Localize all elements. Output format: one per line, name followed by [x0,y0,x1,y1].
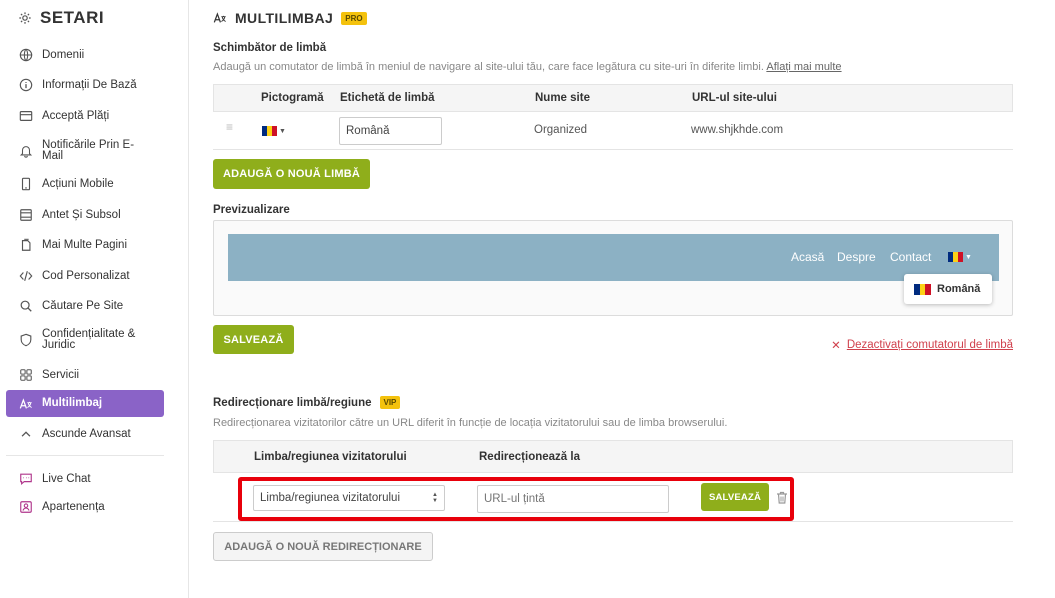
site-name-value: Organized [534,124,588,136]
chat-icon [19,472,33,486]
learn-more-link[interactable]: Aflați mai multe [766,61,841,73]
sidebar-item-label: Ascunde Avansat [42,427,131,440]
preview-navbar: Acasă Despre Contact ▼ [228,234,999,281]
code-icon [19,269,33,283]
sidebar-item-payments[interactable]: Acceptă Plăți [6,108,164,124]
sidebar-item-site-search[interactable]: Căutare Pe Site [6,298,164,314]
sidebar-item-privacy-legal[interactable]: Confidențialitate & Juridic [6,328,164,352]
redirect-section-header: Redirecționare limbă/regiune VIP [213,396,401,409]
site-url-value: www.shjkhde.com [691,124,784,136]
sidebar-item-email-notifications[interactable]: Notificările Prin E-Mail [6,139,164,163]
sidebar-title: SETARI [40,8,105,27]
romania-flag-icon [914,283,932,295]
column-header-label: Etichetă de limbă [340,92,435,104]
sidebar-item-label: Căutare Pe Site [42,299,124,312]
preview-language-switcher: ▼ [948,252,972,262]
gear-icon [18,11,32,25]
pro-badge: PRO [341,11,367,25]
sidebar-item-label: Acțiuni Mobile [42,177,114,190]
sidebar-item-label: Multilimbaj [42,397,103,409]
sidebar-item-basic-info[interactable]: Informații De Bază [6,77,164,93]
header-footer-icon [19,208,33,222]
switcher-section-description: Adaugă un comutator de limbă în meniul d… [213,61,842,73]
sidebar-item-hide-advanced[interactable]: Ascunde Avansat [6,426,164,442]
sidebar-item-label: Mai Multe Pagini [42,238,128,251]
highlight-box [238,477,794,521]
switcher-description-text: Adaugă un comutator de limbă în meniul d… [213,61,764,73]
vip-badge: VIP [379,396,401,409]
sidebar-item-label: Live Chat [42,472,91,485]
caret-down-icon: ▼ [279,127,286,135]
sidebar-item-label: Informații De Bază [42,78,137,91]
sidebar-divider [6,455,164,456]
drag-handle-icon[interactable]: ≡ [226,121,238,133]
sidebar-item-more-pages[interactable]: Mai Multe Pagini [6,237,164,253]
sidebar-item-header-footer[interactable]: Antet Și Subsol [6,207,164,223]
caret-down-icon: ▼ [965,253,972,261]
add-language-button[interactable]: ADAUGĂ O NOUĂ LIMBĂ [213,159,370,189]
sidebar-item-live-chat[interactable]: Live Chat [6,471,164,487]
page-title: MULTILIMBAJ PRO [213,10,367,26]
preview-section-title: Previzualizare [213,204,290,216]
sidebar-item-custom-code[interactable]: Cod Personalizat [6,268,164,284]
redirect-section-title: Redirecționare limbă/regiune [213,396,372,409]
mobile-icon [19,177,33,191]
sidebar-item-mobile-actions[interactable]: Acțiuni Mobile [6,176,164,192]
column-header-icon: Pictogramă [261,92,324,104]
preview-nav-about: Despre [837,250,876,264]
translate-icon [213,11,227,25]
sidebar-header: SETARI [18,8,104,28]
deactivate-switcher-link[interactable]: ✕ Dezactivați comutatorul de limbă [831,338,1013,352]
deactivate-link-label: Dezactivați comutatorul de limbă [846,339,1013,351]
redirect-table-header: Limba/regiunea vizitatorului Redirecțion… [213,440,1013,473]
preview-box: Acasă Despre Contact ▼ Română [213,220,1013,316]
sidebar-item-services[interactable]: Servicii [6,367,164,383]
membership-icon [19,500,33,514]
language-table-header: Pictogramă Etichetă de limbă Nume site U… [213,84,1013,112]
pages-icon [19,238,33,252]
translate-icon [19,397,33,411]
page-title-text: MULTILIMBAJ [235,10,334,26]
sidebar-item-label: Servicii [42,368,80,381]
save-switcher-button[interactable]: SALVEAZĂ [213,325,294,354]
language-table: Pictogramă Etichetă de limbă Nume site U… [213,84,1013,150]
flag-picker[interactable]: ▼ [262,126,286,136]
close-icon: ✕ [831,340,841,352]
switcher-section-title: Schimbător de limbă [213,42,327,54]
sidebar: SETARI Domenii Informații De Bază Accept… [0,0,189,598]
dropdown-item-label: Română [937,283,981,295]
sidebar-item-label: Acceptă Plăți [42,109,110,122]
preview-nav-contact: Contact [890,250,932,264]
bell-icon [19,144,33,158]
column-header-visitor-region: Limba/regiunea vizitatorului [254,451,407,463]
column-header-site-url: URL-ul site-ului [692,92,777,104]
redirect-section-description: Redirecționarea vizitatorilor către un U… [213,417,728,429]
table-row: ≡ ▼ Română Organized www.shjkhde.com [213,112,1013,150]
shield-icon [19,333,33,347]
sidebar-item-label: Domenii [42,48,85,61]
sidebar-item-domains[interactable]: Domenii [6,47,164,63]
language-label-input[interactable]: Română [339,117,442,145]
column-header-redirect-to: Redirecționează la [479,451,580,463]
add-redirect-button[interactable]: ADAUGĂ O NOUĂ REDIRECȚIONARE [213,532,433,561]
romania-flag-icon [262,126,277,136]
sidebar-item-membership[interactable]: Apartenența [6,499,164,515]
grid-icon [19,368,33,382]
sidebar-item-label: Notificările Prin E-Mail [42,139,135,162]
sidebar-item-label: Cod Personalizat [42,269,130,282]
sidebar-item-multilanguage[interactable]: Multilimbaj [6,390,164,417]
payment-card-icon [19,109,33,123]
globe-icon [19,48,33,62]
info-icon [19,78,33,92]
romania-flag-icon [948,252,963,262]
preview-nav-home: Acasă [791,250,825,264]
search-icon [19,299,33,313]
sidebar-item-label: Apartenența [42,500,105,513]
sidebar-item-label: Confidențialitate & Juridic [42,328,136,351]
chevron-up-icon [19,427,33,441]
preview-language-dropdown: Română [904,274,992,304]
column-header-site-name: Nume site [535,92,590,104]
sidebar-item-label: Antet Și Subsol [42,208,121,221]
